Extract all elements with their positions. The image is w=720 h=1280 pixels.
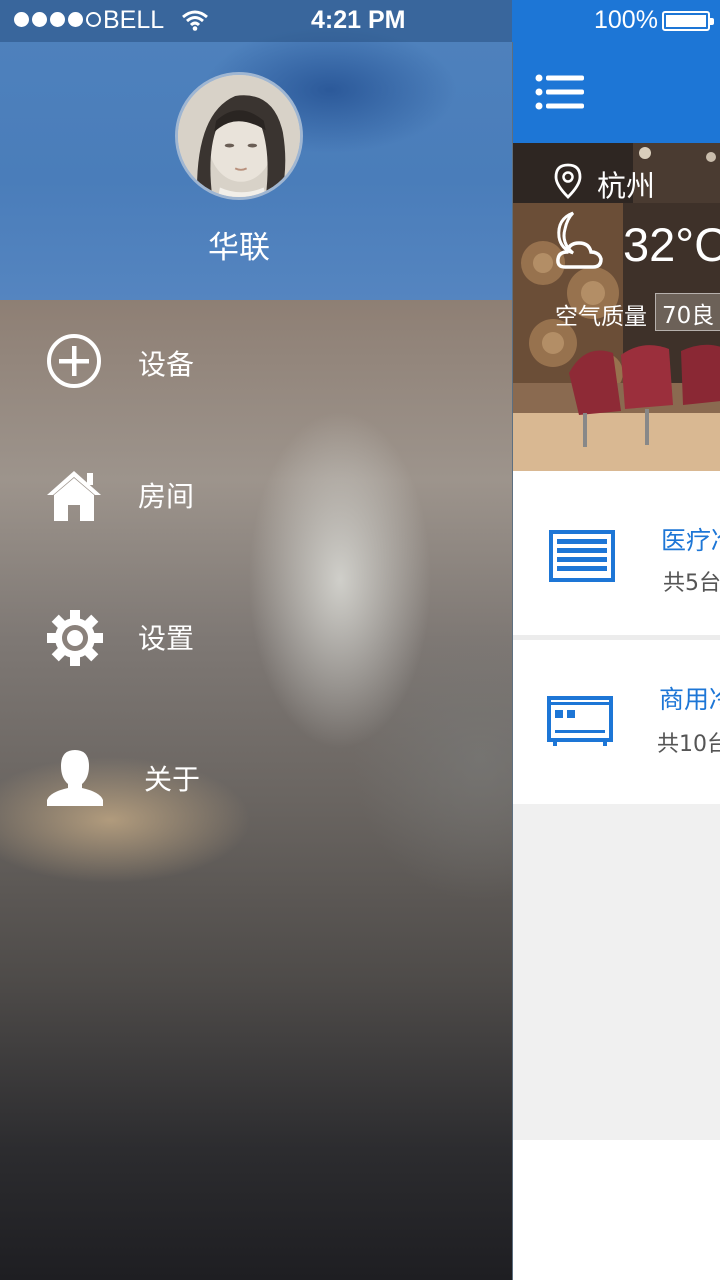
temperature: 32°C: [623, 218, 720, 271]
air-quality-label: 空气质量: [555, 304, 647, 330]
battery-percentage: 100%: [594, 6, 658, 34]
menu-item-about[interactable]: 关于: [0, 723, 512, 833]
app-bar: [513, 42, 720, 143]
device-card-commercial[interactable]: 商用冷 共10台: [513, 640, 720, 802]
status-time: 4:21 PM: [311, 6, 406, 34]
main-panel: 杭州 32°C 空气质量 70良 医疗冷 共5台: [512, 42, 720, 1280]
device-card-medical[interactable]: 医疗冷 共5台: [513, 473, 720, 635]
medical-device-icon: [549, 530, 615, 582]
carrier-name: BELL: [103, 6, 165, 34]
weather-banner: 杭州 32°C 空气质量 70良: [513, 143, 720, 471]
cloudy-night-icon: [556, 211, 603, 269]
card-subtitle: 共10台: [657, 732, 720, 757]
city-name: 杭州: [597, 169, 656, 203]
gear-icon: [44, 607, 106, 667]
menu-item-label: 设置: [138, 622, 195, 655]
hamburger-icon: [535, 74, 584, 110]
signal-strength-icon: [14, 12, 101, 27]
menu-item-label: 设备: [138, 348, 195, 381]
menu-item-label: 房间: [138, 480, 195, 513]
menu-item-label: 关于: [144, 763, 201, 796]
avatar[interactable]: [175, 72, 303, 200]
username: 华联: [208, 230, 270, 266]
commercial-device-icon: [547, 696, 613, 748]
card-title: 商用冷: [659, 685, 720, 714]
card-subtitle: 共5台: [663, 571, 720, 596]
menu-toggle-button[interactable]: [535, 74, 587, 110]
location-pin-icon: [554, 163, 582, 199]
profile-header: 华联: [0, 0, 512, 300]
air-quality-badge: 70良: [655, 293, 720, 331]
menu-item-devices[interactable]: 设备: [0, 308, 512, 418]
menu-item-settings[interactable]: 设置: [0, 582, 512, 692]
add-circle-icon: [44, 333, 106, 393]
battery-icon: [662, 11, 714, 31]
person-icon: [44, 748, 106, 808]
card-title: 医疗冷: [661, 526, 720, 555]
home-icon: [44, 465, 106, 525]
status-bar: BELL 4:21 PM 100%: [0, 0, 720, 42]
menu-item-rooms[interactable]: 房间: [0, 440, 512, 550]
content-background: [513, 804, 720, 1140]
side-drawer: 华联 设备 房间 设置 关于: [0, 0, 512, 1280]
wifi-icon: [182, 10, 208, 31]
